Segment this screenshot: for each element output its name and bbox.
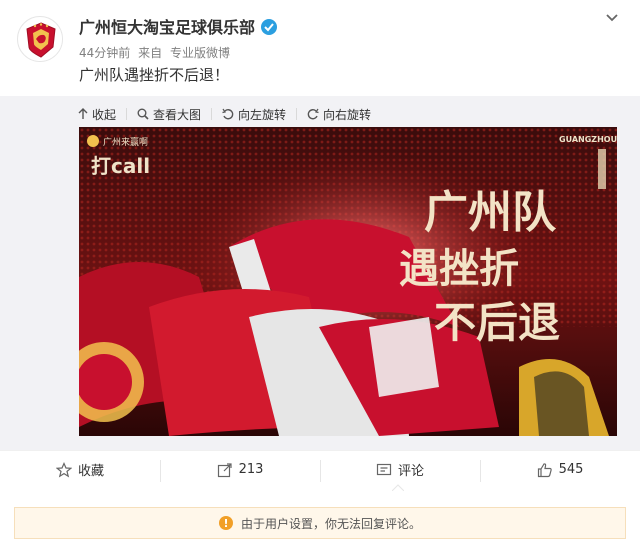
- like-count: 545: [558, 462, 584, 477]
- comment-label: 评论: [397, 464, 424, 479]
- repost-count: 213: [238, 462, 264, 477]
- rotate-right-button[interactable]: 向右旋转: [307, 106, 371, 123]
- rotate-left-button[interactable]: 向左旋转: [222, 106, 286, 123]
- author-name[interactable]: 广州恒大淘宝足球俱乐部: [79, 14, 278, 38]
- comment-caret-icon: [392, 484, 404, 491]
- like-button[interactable]: 545: [480, 451, 640, 488]
- comment-button[interactable]: 评论: [320, 451, 480, 488]
- comment-disabled-notice: ! 由于用户设置，你无法回复评论。: [14, 507, 626, 539]
- club-avatar[interactable]: [17, 16, 63, 62]
- view-large-label: 查看大图: [153, 107, 202, 122]
- arrow-up-icon: [78, 108, 88, 119]
- magnifier-icon: [137, 108, 149, 120]
- star-icon: [55, 461, 72, 477]
- rotate-left-label: 向左旋转: [238, 107, 287, 122]
- post-header: 广州恒大淘宝足球俱乐部 44分钟前 来自 专业版微博 广州队遇挫折不后退！: [0, 0, 640, 96]
- poster-artwork: 广州来赢啊 打call GUANGZHOU 广州队 遇挫折 不后退: [79, 127, 617, 436]
- post-source-prefix: 来自: [138, 46, 163, 60]
- repost-icon: [217, 462, 232, 477]
- chevron-down-icon[interactable]: [604, 10, 620, 26]
- post-image[interactable]: 广州来赢啊 打call GUANGZHOU 广州队 遇挫折 不后退: [79, 127, 617, 436]
- verified-badge-icon: [261, 19, 278, 35]
- view-large-button[interactable]: 查看大图: [137, 106, 201, 123]
- author-name-text[interactable]: 广州恒大淘宝足球俱乐部: [79, 18, 255, 37]
- toolbar-divider: [126, 108, 128, 120]
- media-toolbar: 收起 查看大图 向左旋转 向右旋转: [78, 104, 371, 124]
- notice-text: 由于用户设置，你无法回复评论。: [240, 516, 421, 531]
- calligraphy-line-3: 不后退: [434, 298, 560, 347]
- calligraphy-line-1: 广州队: [424, 187, 557, 238]
- comment-icon: [376, 463, 392, 475]
- post-text: 广州队遇挫折不后退！: [79, 66, 230, 84]
- post-time[interactable]: 44分钟前: [79, 46, 130, 60]
- rotate-left-icon: [222, 108, 234, 120]
- toolbar-divider: [211, 108, 213, 120]
- collapse-label: 收起: [92, 107, 117, 122]
- trophy-icon: [598, 149, 606, 189]
- badge-crest-icon: [87, 135, 99, 147]
- club-crest-icon: [19, 18, 62, 61]
- rotate-right-icon: [307, 108, 319, 120]
- calligraphy-line-2: 遇挫折: [399, 245, 519, 292]
- media-container: 收起 查看大图 向左旋转 向右旋转 广州来赢啊 打call GUANGZHOU …: [0, 96, 640, 450]
- badge-sub: 打call: [91, 154, 150, 178]
- warning-icon: !: [218, 516, 233, 530]
- collapse-button[interactable]: 收起: [78, 106, 116, 123]
- thumbs-up-icon: [537, 462, 552, 477]
- favorite-label: 收藏: [77, 464, 104, 479]
- repost-button[interactable]: 213: [160, 451, 320, 488]
- badge-title: 广州来赢啊: [103, 136, 148, 148]
- post-source[interactable]: 专业版微博: [170, 46, 230, 60]
- action-bar: 收藏 213 评论 545: [0, 450, 640, 488]
- toolbar-divider: [296, 108, 298, 120]
- post-meta: 44分钟前 来自 专业版微博: [79, 44, 234, 61]
- favorite-button[interactable]: 收藏: [0, 451, 160, 488]
- corner-text: GUANGZHOU: [559, 135, 617, 144]
- rotate-right-label: 向右旋转: [323, 107, 372, 122]
